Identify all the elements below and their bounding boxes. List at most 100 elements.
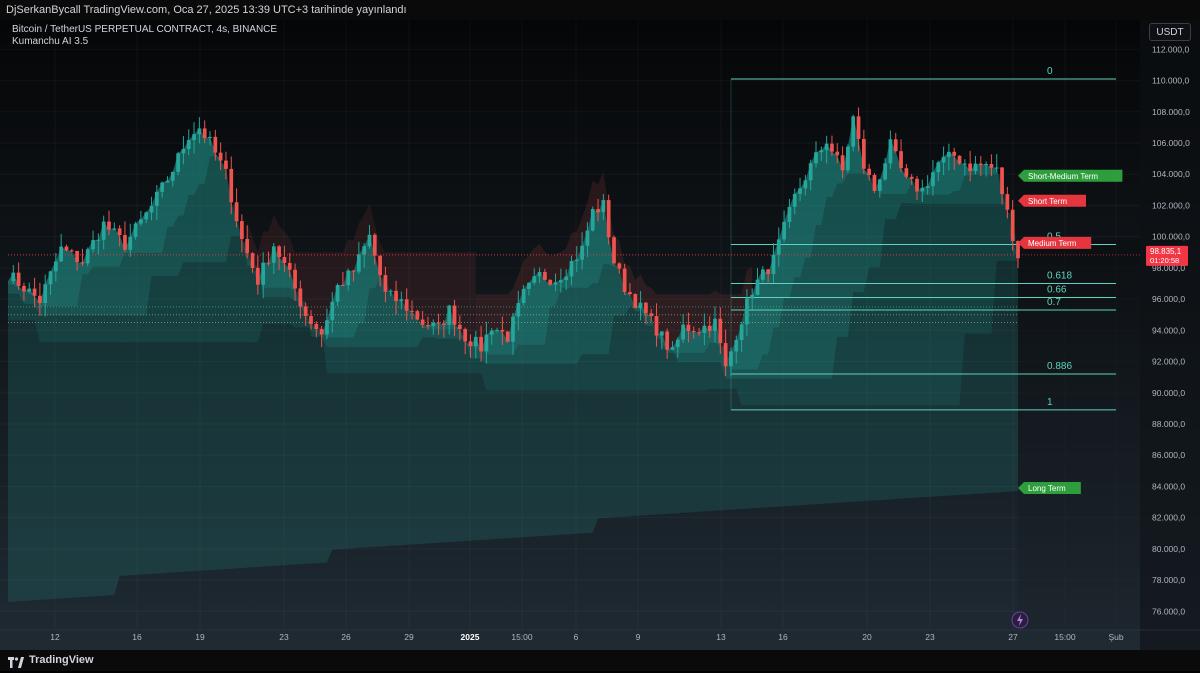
candle-body [117, 228, 122, 236]
candle-body [681, 324, 685, 340]
price-tick-label: 102.000,0 [1152, 200, 1190, 210]
price-tick-label: 96.000,0 [1152, 294, 1185, 304]
candle-body [394, 290, 398, 302]
fib-label: 0 [1047, 66, 1053, 77]
candle-body [851, 116, 856, 147]
candle-body [53, 261, 58, 272]
candle-body [755, 279, 760, 295]
candle-body [250, 253, 255, 268]
band-label-text: Medium Term [1028, 239, 1077, 248]
candle-body [569, 261, 574, 277]
candle-body [75, 250, 79, 263]
candle-body [468, 341, 473, 347]
candle-body [915, 178, 919, 192]
candle-body [261, 262, 266, 285]
price-tick-label: 94.000,0 [1152, 325, 1185, 335]
candle-body [691, 330, 696, 333]
candle-body [69, 250, 74, 252]
candle-body [224, 160, 228, 169]
candle-body [133, 223, 138, 237]
candle-body [994, 167, 999, 169]
candle-body [601, 200, 606, 213]
candle-body [973, 163, 978, 172]
candle-body [808, 163, 813, 181]
candle-body [750, 294, 755, 299]
band-label-text: Short Term [1028, 197, 1067, 206]
candle-body [707, 325, 712, 331]
candle-body [452, 305, 457, 325]
candle-body [697, 332, 701, 334]
alert-icon[interactable] [1011, 611, 1029, 629]
candle-body [457, 324, 462, 330]
candle-body [325, 320, 329, 335]
price-chart[interactable]: 00.50.6180.660.70.8861 Short-Medium Term… [0, 20, 1200, 650]
candle-body [888, 139, 893, 164]
price-tick-label: 90.000,0 [1152, 388, 1185, 398]
candle-body [580, 245, 584, 260]
candle-body [234, 202, 239, 222]
candle-body [962, 163, 967, 165]
last-price-value: 98.835,1 [1150, 247, 1182, 256]
candle-body [154, 191, 159, 206]
time-tick-label: 23 [925, 632, 935, 642]
last-price-tag: 98.835,101:20:58 [1146, 245, 1188, 266]
candle-body [553, 282, 558, 285]
projection-zone [1018, 239, 1140, 630]
candle-body [38, 295, 42, 304]
candle-body [399, 299, 404, 302]
time-tick-label: 16 [778, 632, 788, 642]
candle-body [622, 268, 627, 292]
candle-body [80, 262, 85, 264]
price-tick-label: 110.000,0 [1152, 76, 1189, 86]
candle-body [277, 246, 281, 258]
candle-body [479, 336, 483, 352]
candle-body [957, 155, 962, 164]
time-tick-label: 27 [1008, 632, 1018, 642]
candle-body [792, 193, 797, 207]
candle-body [473, 336, 478, 347]
candle-body [415, 311, 420, 320]
tradingview-brand: TradingView [29, 654, 94, 666]
candle-body [85, 249, 90, 264]
candle-body [771, 254, 776, 274]
price-tick-label: 86.000,0 [1152, 450, 1185, 460]
candle-body [633, 294, 638, 309]
chart-area[interactable]: 00.50.6180.660.70.8861 Short-Medium Term… [0, 20, 1200, 650]
price-tick-label: 84.000,0 [1152, 481, 1185, 491]
candle-body [931, 172, 935, 187]
candle-body [442, 323, 446, 325]
candle-body [27, 288, 32, 292]
candle-body [644, 302, 648, 314]
candle-body [867, 168, 872, 175]
candle-body [734, 340, 739, 352]
candle-body [872, 174, 877, 191]
candle-body [941, 156, 946, 163]
footer: TradingView [0, 650, 1200, 671]
candle-body [952, 151, 957, 156]
price-tick-label: 104.000,0 [1152, 169, 1190, 179]
candle-body [612, 237, 616, 264]
candle-body [1005, 194, 1010, 210]
candle-body [893, 139, 898, 152]
indicator-name[interactable]: Kumanchu AI 3.5 [12, 36, 277, 48]
price-tick-label: 80.000,0 [1152, 544, 1185, 554]
fib-label: 0.618 [1047, 270, 1072, 281]
candle-body [925, 186, 930, 188]
candle-body [729, 351, 733, 367]
candle-body [628, 291, 632, 295]
symbol-title[interactable]: Bitcoin / TetherUS PERPETUAL CONTRACT, 4… [12, 24, 277, 36]
candle-body [1010, 209, 1015, 241]
candle-body [686, 324, 691, 331]
candle-body [463, 329, 468, 342]
currency-button[interactable]: USDT [1149, 23, 1191, 41]
candle-body [505, 331, 510, 342]
candle-body [521, 288, 526, 304]
tradingview-logo[interactable]: TradingView [8, 654, 94, 668]
candle-body [516, 303, 521, 317]
price-axis[interactable]: 76.000,0 78.000,0 80.000,0 82.000,0 84.000,0… [1140, 20, 1200, 650]
time-tick-label: 29 [404, 632, 414, 642]
candle-body [766, 269, 771, 274]
candle-body [675, 339, 680, 348]
candle-body [574, 259, 579, 262]
candle-body [1000, 167, 1004, 195]
